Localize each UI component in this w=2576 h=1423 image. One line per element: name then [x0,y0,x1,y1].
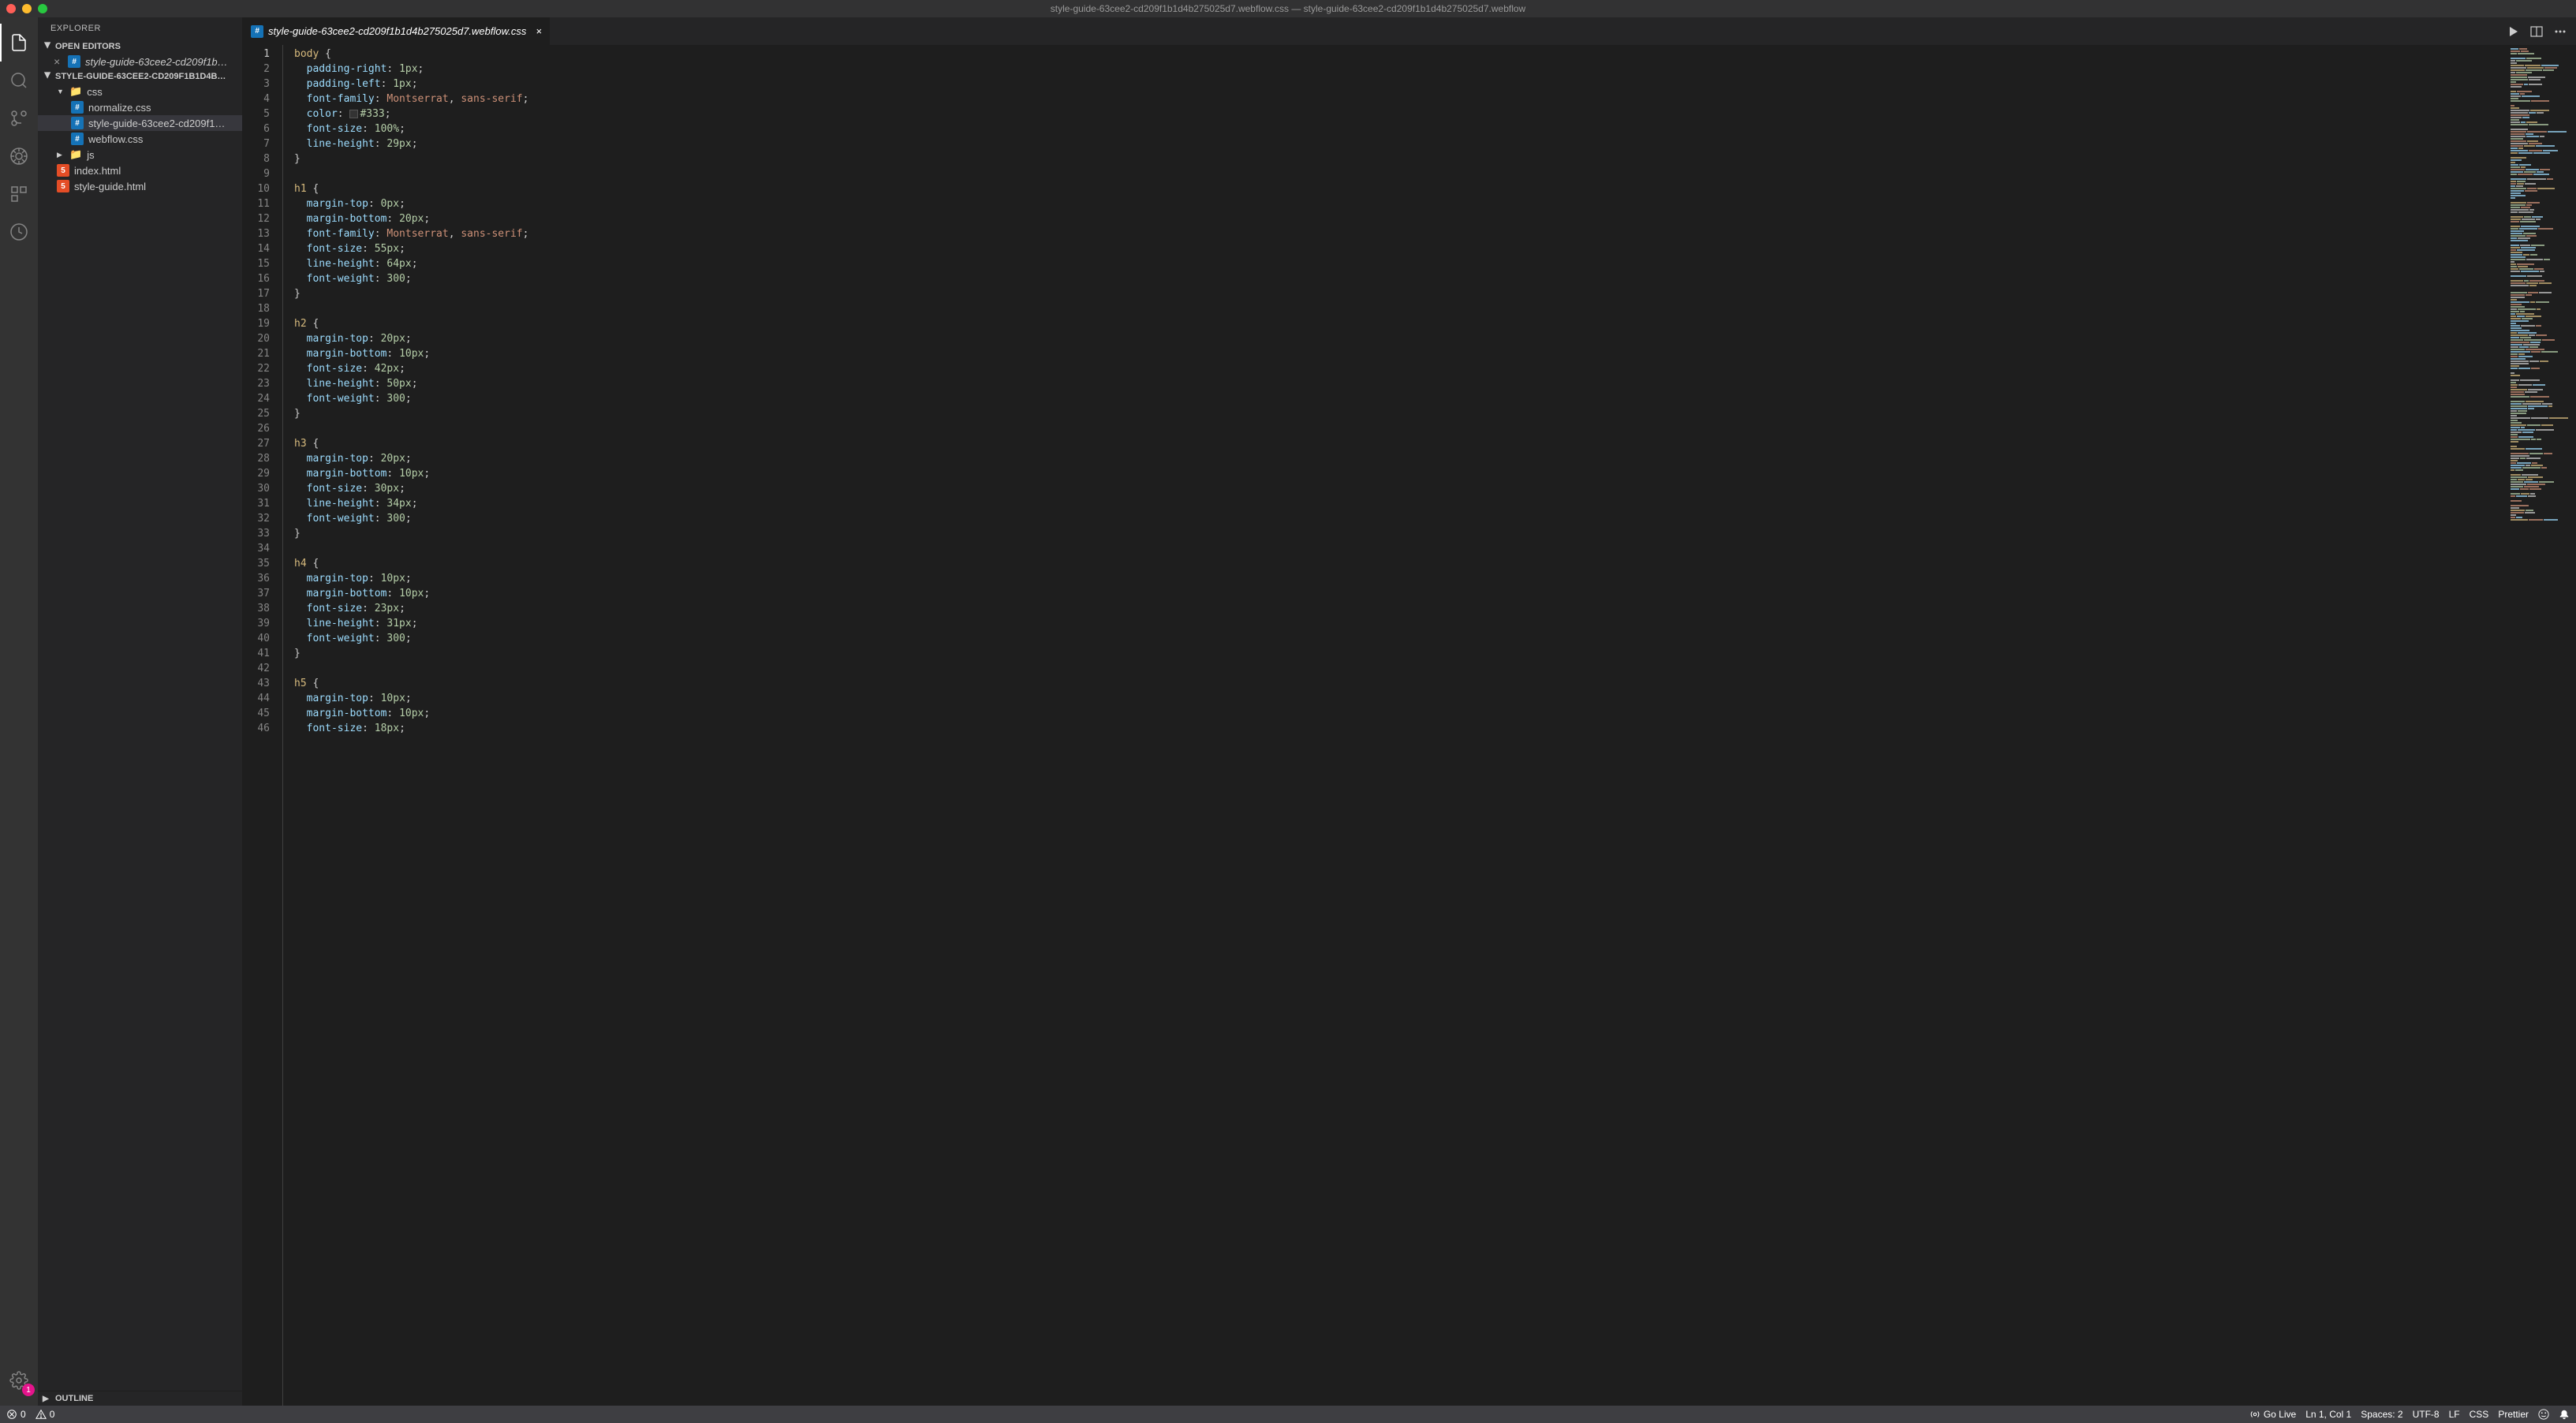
open-editor-item[interactable]: × # style-guide-63cee2-cd209f1b… [38,54,242,69]
close-icon[interactable]: × [50,55,63,68]
tab-bar: # style-guide-63cee2-cd209f1b1d4b275025d7… [243,17,2576,45]
chevron-down-icon: ▶ [43,72,52,81]
html-file-icon: 5 [57,164,69,177]
file-item[interactable]: # webflow.css [38,131,242,147]
open-editors-header[interactable]: ▶ OPEN EDITORS [38,39,242,54]
status-prettier[interactable]: Prettier [2498,1409,2529,1420]
html-file-icon: 5 [57,180,69,192]
tree-item-name: style-guide-63cee2-cd209f1… [88,118,225,129]
css-file-icon: # [68,55,80,68]
activity-bar: 1 [0,17,38,1406]
outline-header[interactable]: ▶ OUTLINE [38,1391,242,1406]
status-eol[interactable]: LF [2449,1409,2460,1420]
chevron-down-icon: ▶ [43,42,52,51]
split-editor-icon[interactable] [2530,25,2543,38]
editor-tab[interactable]: # style-guide-63cee2-cd209f1b1d4b275025d7… [243,17,551,45]
folder-item[interactable]: ▶ 📁 js [38,147,242,162]
explorer-icon[interactable] [0,24,38,62]
tree-item-name: webflow.css [88,133,143,145]
chevron-right-icon: ▶ [43,1395,52,1403]
outline-label: OUTLINE [55,1394,93,1403]
settings-badge: 1 [22,1384,35,1396]
chevron-icon: ▶ [57,151,65,159]
workspace-header[interactable]: ▶ STYLE-GUIDE-63CEE2-CD209F1B1D4B… [38,69,242,84]
file-item[interactable]: 5 style-guide.html [38,178,242,194]
open-editors-label: OPEN EDITORS [55,42,121,51]
status-language[interactable]: CSS [2470,1409,2489,1420]
window-maximize-button[interactable] [38,4,47,13]
tree-item-name: style-guide.html [74,181,146,192]
minimap[interactable] [2505,45,2576,1406]
folder-item[interactable]: ▼ 📁 css [38,84,242,99]
sidebar: EXPLORER ▶ OPEN EDITORS × # style-guide-63… [38,17,243,1406]
status-errors[interactable]: 0 [6,1409,26,1420]
css-file-icon: # [71,133,84,145]
code-area[interactable]: body { padding-right: 1px; padding-left:… [282,45,2505,1406]
window-title: style-guide-63cee2-cd209f1b1d4b275025d7.… [1051,3,1525,14]
file-item[interactable]: # style-guide-63cee2-cd209f1… [38,115,242,131]
status-encoding[interactable]: UTF-8 [2413,1409,2440,1420]
titlebar: style-guide-63cee2-cd209f1b1d4b275025d7.… [0,0,2576,17]
status-feedback-icon[interactable] [2538,1409,2549,1420]
statusbar: 0 0 Go Live Ln 1, Col 1 Spaces: 2 UTF-8 … [0,1406,2576,1423]
source-control-icon[interactable] [0,99,38,137]
sidebar-title: EXPLORER [38,17,242,39]
chevron-icon: ▼ [57,88,65,95]
file-item[interactable]: 5 index.html [38,162,242,178]
status-bell-icon[interactable] [2559,1409,2570,1420]
file-item[interactable]: # normalize.css [38,99,242,115]
live-share-icon[interactable] [0,213,38,251]
status-indent[interactable]: Spaces: 2 [2361,1409,2402,1420]
status-cursor[interactable]: Ln 1, Col 1 [2305,1409,2351,1420]
run-icon[interactable] [2507,25,2519,38]
tree-item-name: index.html [74,165,121,177]
css-file-icon: # [71,101,84,114]
status-go-live[interactable]: Go Live [2249,1409,2296,1420]
folder-icon: 📁 [69,85,82,98]
window-minimize-button[interactable] [22,4,32,13]
window-close-button[interactable] [6,4,16,13]
tree-item-name: js [87,149,94,161]
settings-icon[interactable]: 1 [0,1361,38,1399]
css-file-icon: # [71,117,84,129]
tree-item-name: normalize.css [88,102,151,114]
more-actions-icon[interactable] [2554,25,2567,38]
workspace-name: STYLE-GUIDE-63CEE2-CD209F1B1D4B… [55,72,226,81]
status-warnings[interactable]: 0 [35,1409,55,1420]
gutter: 1234567891011121314151617181920212223242… [243,45,282,1406]
open-editor-name: style-guide-63cee2-cd209f1b… [85,56,228,68]
tree-item-name: css [87,86,103,98]
tab-name: style-guide-63cee2-cd209f1b1d4b275025d7.… [268,25,526,37]
css-file-icon: # [251,25,263,38]
search-icon[interactable] [0,62,38,99]
editor-pane[interactable]: 1234567891011121314151617181920212223242… [243,45,2505,1406]
folder-icon: 📁 [69,148,82,161]
debug-icon[interactable] [0,137,38,175]
close-tab-icon[interactable]: × [536,25,542,37]
extensions-icon[interactable] [0,175,38,213]
